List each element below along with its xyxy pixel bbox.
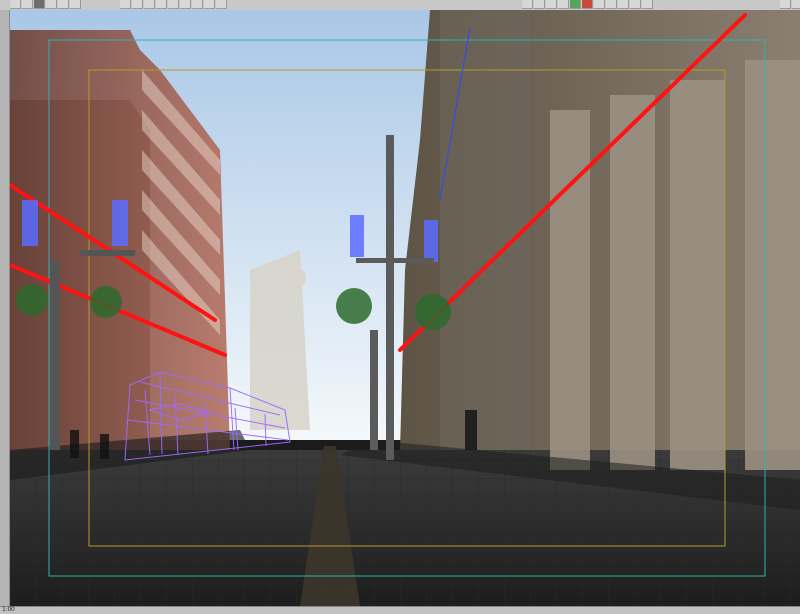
viewport-scene xyxy=(10,10,800,606)
toolbar-button[interactable] xyxy=(34,0,45,9)
toolbar-button[interactable] xyxy=(144,0,155,9)
left-rail xyxy=(0,10,10,607)
toolbar-button[interactable] xyxy=(120,0,131,9)
toolbar-button[interactable] xyxy=(46,0,57,9)
distant-dome xyxy=(286,268,306,288)
toolbar-button[interactable] xyxy=(70,0,81,9)
columns xyxy=(550,60,800,470)
toolbar-button[interactable] xyxy=(192,0,203,9)
toolbar-button[interactable] xyxy=(546,0,557,9)
viewport[interactable] xyxy=(10,10,800,606)
toolbar-button[interactable] xyxy=(168,0,179,9)
toolbar-button[interactable] xyxy=(180,0,191,9)
toolbar-button[interactable] xyxy=(594,0,605,9)
toolbar-button[interactable] xyxy=(58,0,69,9)
toolbar-button[interactable] xyxy=(156,0,167,9)
toolbar-button[interactable] xyxy=(132,0,143,9)
toolbar-button[interactable] xyxy=(204,0,215,9)
street-lamp-icon xyxy=(22,200,38,246)
toolbar-button[interactable] xyxy=(534,0,545,9)
coordinate-readout: 1:00 xyxy=(2,606,15,613)
toolbar-button[interactable] xyxy=(22,0,33,9)
toolbar-button[interactable] xyxy=(618,0,629,9)
toolbar-button[interactable] xyxy=(630,0,641,9)
right-building-shadow xyxy=(440,10,530,450)
toolbar-button[interactable] xyxy=(792,0,800,9)
toolbar-button[interactable] xyxy=(522,0,533,9)
toolbar-button[interactable] xyxy=(216,0,227,9)
toolbar-button[interactable] xyxy=(582,0,593,9)
toolbar-button[interactable] xyxy=(570,0,581,9)
toolbar-button[interactable] xyxy=(10,0,21,9)
toolbar-button[interactable] xyxy=(558,0,569,9)
toolbar-button[interactable] xyxy=(606,0,617,9)
toolbar-button[interactable] xyxy=(642,0,653,9)
toolbar-button[interactable] xyxy=(780,0,791,9)
